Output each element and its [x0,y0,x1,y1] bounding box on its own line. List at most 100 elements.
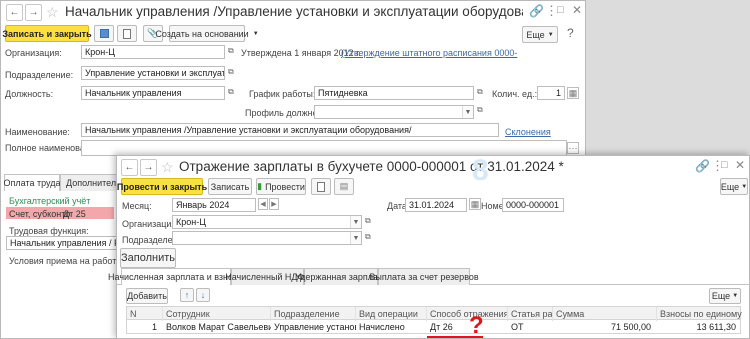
cell-operation[interactable]: Начислено [356,320,427,334]
open-icon[interactable]: ⧉ [228,46,234,56]
name-field[interactable]: Начальник управления /Управление установ… [81,123,499,137]
chevron-down-icon: ▼ [252,30,259,37]
link-icon[interactable]: 🔗 [695,159,710,173]
col-sum[interactable]: Сумма [553,307,657,321]
maximize-icon[interactable]: □ [721,159,728,171]
table-more-button[interactable]: Еще ▼ [709,288,741,304]
next-icon[interactable]: ▶ [269,198,279,210]
schedule-field[interactable]: Пятидневка [314,86,474,100]
qty-field[interactable]: 1 [537,86,565,100]
position-field[interactable]: Начальник управления [81,86,225,100]
more-button[interactable]: Еще ▼ [720,178,748,195]
cell-employee[interactable]: Волков Марат Савельевич [163,320,271,334]
arrow-up-icon: ↑ [184,290,190,300]
org-label: Организация: [5,48,62,58]
open-icon[interactable]: ⧉ [228,67,234,77]
tab-payment[interactable]: Оплата труда [4,174,60,191]
cell-contrib[interactable]: 13 611,30 [657,320,739,334]
approved-link[interactable]: (Утверждение штатного расписания 0000- [341,48,517,58]
open-icon[interactable]: ⧉ [477,105,483,115]
prev-icon[interactable]: ◀ [258,198,268,210]
open-icon[interactable]: ⧉ [228,87,234,97]
subconto-value[interactable]: Дт 25 [63,209,86,219]
chevron-down-icon: ▼ [741,183,748,190]
col-dept[interactable]: Подразделение [271,307,356,321]
chevron-down-icon[interactable]: ▼ [350,216,361,228]
create-basis-button[interactable]: Создать на основании ▼ [155,25,259,42]
profile-field[interactable]: ▼ [314,105,474,119]
tab-accrued[interactable]: Начисленная зарплата и взносы [108,268,244,285]
tab-ndfl[interactable]: Начисленный НДФЛ [225,268,310,285]
more-button[interactable]: Еще ▼ [522,26,558,43]
save-button[interactable]: Записать [208,178,252,195]
date-field[interactable]: 31.01.2024 [405,198,467,212]
dept-field[interactable]: Управление установки и эксплуатации обо [81,66,225,80]
number-field[interactable]: 0000-000001 [502,198,564,212]
calendar-icon[interactable]: ▦ [469,198,481,210]
col-contrib[interactable]: Взносы по единому тарифу [657,307,742,321]
document-icon-button[interactable] [311,178,331,195]
create-basis-label: Создать на основании [155,28,249,39]
open-icon[interactable]: ⧉ [365,232,371,242]
dept-label: Подразделение: [5,70,74,80]
tab-reserves[interactable]: Выплата за счет резервов [369,268,479,285]
org-field[interactable]: Крон-Ц ▼ [172,215,362,229]
close-icon[interactable]: ✕ [572,3,582,17]
cell-dept[interactable]: Управление установки ... [271,320,356,334]
tab-additional[interactable]: Дополнительно [60,174,131,191]
post-button[interactable]: ▮ Провести [256,178,306,195]
chevron-down-icon[interactable]: ▼ [350,232,361,244]
col-n[interactable]: N [127,307,163,321]
tab-withheld[interactable]: Удержанная зарплата [295,268,387,285]
favorite-star-icon[interactable]: ☆ [161,159,174,176]
report-button[interactable]: ▤ [334,178,354,195]
link-icon[interactable]: 🔗 [529,4,544,18]
month-field[interactable]: Январь 2024 [172,198,256,212]
window-title: Начальник управления /Управление установ… [65,4,523,19]
name-label: Наименование: [5,127,70,137]
question-mark: ? [469,312,484,339]
maximize-icon[interactable]: □ [557,4,564,16]
post-close-button[interactable]: Провести и закрыть [117,178,207,195]
open-icon[interactable]: ⧉ [477,87,483,97]
table-row[interactable]: 1 Волков Марат Савельевич Управление уст… [126,320,741,334]
floppy-icon [99,29,109,38]
fill-button[interactable]: Заполнить [120,248,176,268]
cell-sum[interactable]: 71 500,00 [553,320,654,334]
close-icon[interactable]: ✕ [735,158,745,172]
save-close-button[interactable]: Записать и закрыть [2,25,92,42]
table-more-label: Еще [711,291,731,301]
report-icon: ▤ [339,181,349,191]
position-label: Должность: [5,89,54,99]
dept-field[interactable]: ▼ [172,231,362,245]
declension-link[interactable]: Склонения [505,127,551,137]
back-button[interactable]: ← [121,159,138,176]
save-icon-button[interactable] [94,25,114,42]
function-field[interactable]: Начальник управления / Руковод [6,236,117,250]
add-button[interactable]: Добавить [126,288,168,304]
forward-button[interactable]: → [140,159,157,176]
col-employee[interactable]: Сотрудник [163,307,271,321]
move-up-button[interactable]: ↑ [180,288,194,302]
calculator-icon[interactable]: ▦ [567,87,579,99]
more-label: Еще [526,29,545,40]
expand-icon[interactable]: ⋯ [567,142,579,154]
help-button[interactable]: ? [567,26,574,40]
fullname-field[interactable] [81,140,567,156]
chevron-down-icon[interactable]: ▼ [462,106,473,118]
table-header: N Сотрудник Подразделение Вид операции С… [126,306,742,321]
qty-label: Колич. ед.: [492,89,538,99]
open-icon[interactable]: ⧉ [365,216,371,226]
forward-button[interactable]: → [25,4,42,21]
back-button[interactable]: ← [6,4,23,21]
col-method[interactable]: Способ отражения [427,307,508,321]
cell-article[interactable]: ОТ [508,320,553,334]
move-down-button[interactable]: ↓ [196,288,210,302]
subconto-label: Счет, субконто [9,209,71,219]
col-article[interactable]: Статья ра... [508,307,553,321]
document-icon-button[interactable] [117,25,137,42]
col-operation[interactable]: Вид операции [356,307,427,321]
favorite-star-icon[interactable]: ☆ [46,4,59,21]
org-field[interactable]: Крон-Ц [81,45,225,59]
cell-n: 1 [151,322,157,332]
